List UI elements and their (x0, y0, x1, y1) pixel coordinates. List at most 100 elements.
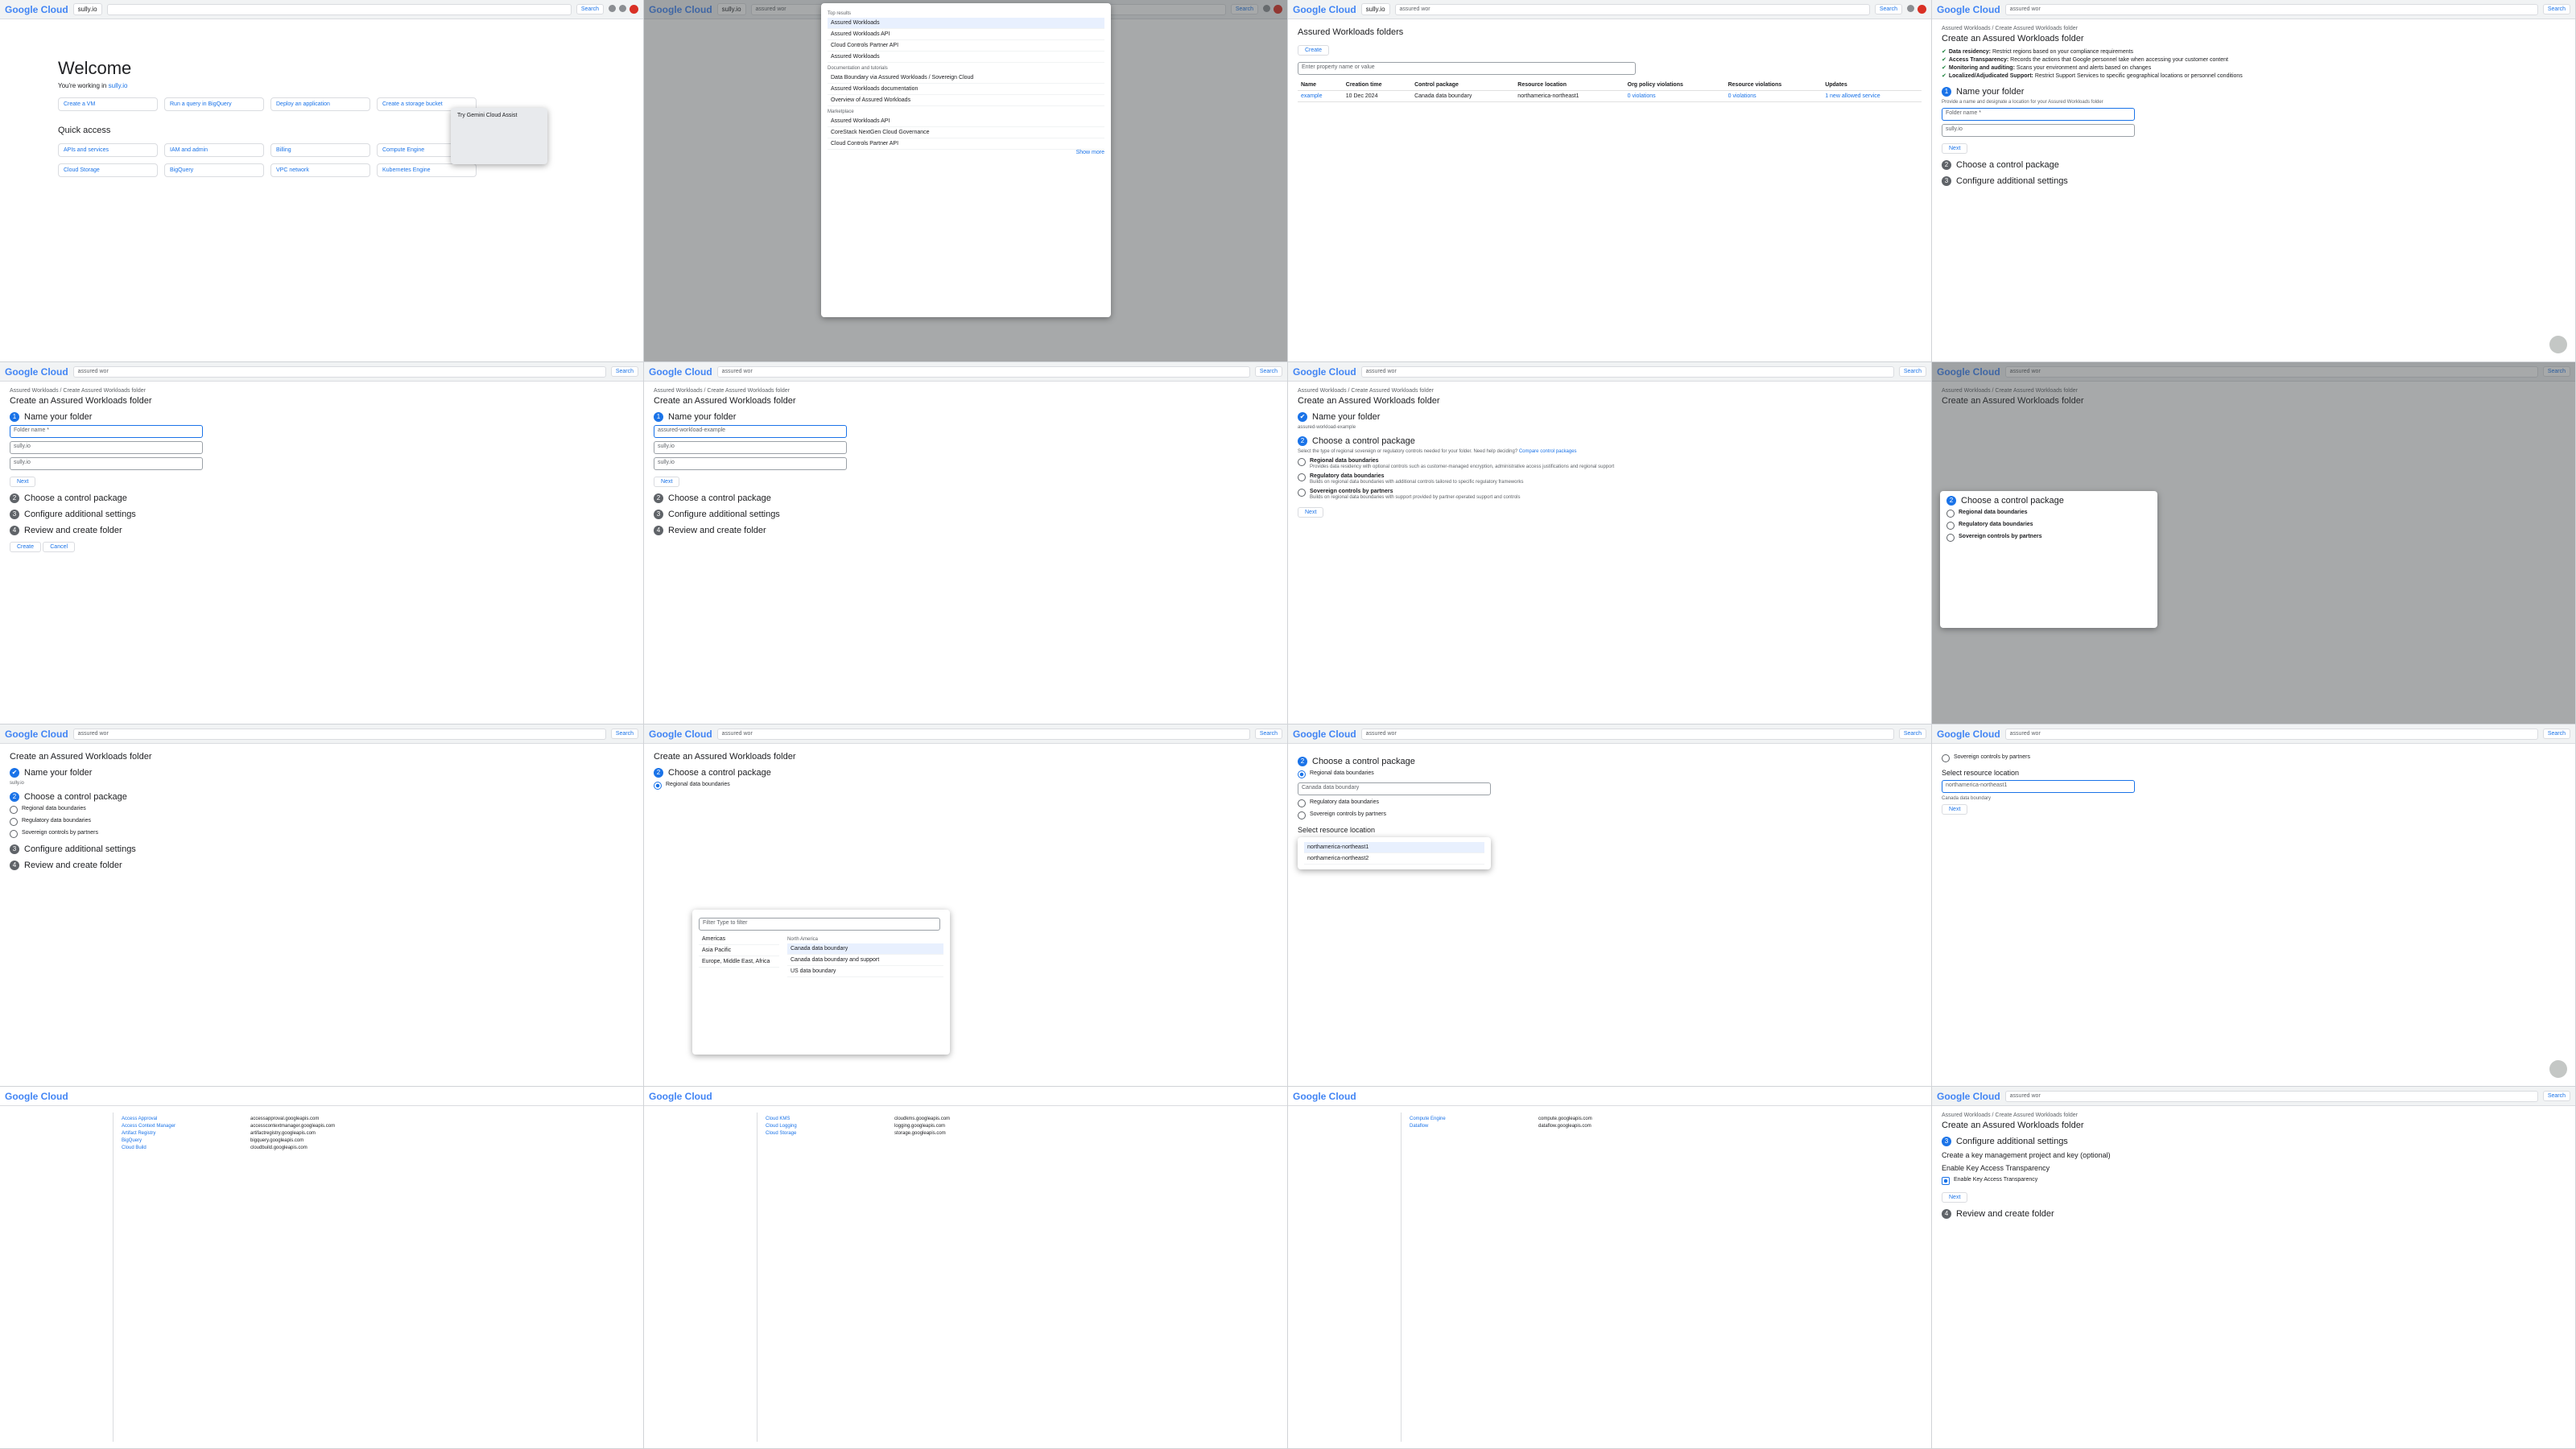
quick-gke[interactable]: Kubernetes Engine (377, 163, 477, 177)
market-item[interactable]: Assured Workloads API (828, 116, 1104, 127)
location-field[interactable]: sully.io (654, 457, 847, 470)
folder-name-field[interactable]: Folder name * (1942, 108, 2135, 121)
tile-bigquery[interactable]: Run a query in BigQuery (164, 97, 264, 111)
cancel-button[interactable]: Cancel (43, 542, 76, 552)
option-sovereign[interactable]: Sovereign controls by partners (10, 830, 634, 838)
radio-button[interactable] (10, 818, 18, 826)
create-button[interactable]: Create (10, 542, 42, 552)
avatar[interactable] (1918, 5, 1926, 14)
key-management-title[interactable]: Create a key management project and key … (1942, 1151, 2566, 1159)
option-us[interactable]: US data boundary (787, 966, 943, 977)
radio-button[interactable] (1298, 811, 1306, 819)
project-picker[interactable]: sully.io (1360, 3, 1390, 15)
folder-name-field[interactable]: Folder name * (10, 425, 203, 438)
option-regulatory[interactable]: Regulatory data boundaries (1946, 522, 2151, 530)
next-button[interactable]: Next (1942, 1192, 1968, 1203)
brand-logo[interactable]: Google Cloud (5, 1091, 68, 1102)
quick-bigquery[interactable]: BigQuery (164, 163, 264, 177)
radio-button[interactable] (1946, 534, 1955, 542)
next-button[interactable]: Next (1942, 143, 1968, 154)
assistant-fab[interactable] (2549, 336, 2567, 353)
checkbox-icon[interactable] (1942, 1177, 1950, 1185)
brand-logo[interactable]: Google Cloud (1937, 4, 2000, 15)
col-header[interactable]: Resource violations (1724, 80, 1823, 91)
brand-logo[interactable]: Google Cloud (1937, 729, 2000, 740)
search-input[interactable]: assured wor (2004, 3, 2538, 15)
region-apac[interactable]: Asia Pacific (699, 945, 779, 956)
organization-select[interactable]: sully.io (10, 441, 203, 454)
location-select[interactable]: northamerica-northeast1 (1942, 780, 2135, 793)
breadcrumb[interactable]: Assured Workloads / Create Assured Workl… (1298, 388, 1922, 394)
search-button[interactable]: Search (610, 729, 638, 739)
breadcrumb[interactable]: Assured Workloads / Create Assured Workl… (10, 388, 634, 394)
option-sovereign[interactable]: Sovereign controls by partners Builds on … (1298, 489, 1922, 500)
search-button[interactable]: Search (2542, 1091, 2570, 1101)
brand-logo[interactable]: Google Cloud (649, 1091, 712, 1102)
assistant-fab[interactable] (2549, 1060, 2567, 1078)
cell[interactable]: 1 new allowed service (1822, 90, 1922, 102)
col-header[interactable]: Org policy violations (1624, 80, 1725, 91)
brand-logo[interactable]: Google Cloud (1293, 366, 1356, 378)
next-button[interactable]: Next (1942, 804, 1968, 815)
search-input[interactable]: assured wor (1360, 365, 1894, 378)
option-canada-support[interactable]: Canada data boundary and support (787, 955, 943, 966)
location-option[interactable]: northamerica-northeast1 (1304, 842, 1484, 853)
result-assured-workloads-api[interactable]: Assured Workloads API (828, 29, 1104, 40)
settings-icon[interactable] (619, 5, 626, 12)
folder-link[interactable]: example (1298, 90, 1343, 102)
search-input[interactable]: assured wor (1394, 3, 1870, 15)
search-input[interactable]: assured wor (1360, 728, 1894, 740)
option-canada[interactable]: Canada data boundary (787, 943, 943, 955)
radio-button[interactable] (1298, 473, 1306, 481)
region-emea[interactable]: Europe, Middle East, Africa (699, 956, 779, 968)
search-button[interactable]: Search (1874, 4, 1902, 14)
cell[interactable]: 0 violations (1724, 90, 1823, 102)
organization-select[interactable]: sully.io (1942, 124, 2135, 137)
radio-button[interactable] (1298, 770, 1306, 778)
option-regulatory[interactable]: Regulatory data boundaries Builds on regi… (1298, 473, 1922, 485)
search-button[interactable]: Search (1898, 366, 1926, 377)
search-input[interactable] (106, 3, 572, 15)
quick-iam[interactable]: IAM and admin (164, 143, 264, 157)
option-regional[interactable]: Regional data boundaries (1946, 510, 2151, 518)
search-button[interactable]: Search (576, 4, 604, 14)
filter-input[interactable]: Enter property name or value (1298, 62, 1636, 75)
option-sovereign[interactable]: Sovereign controls by partners (1942, 754, 2566, 762)
market-item[interactable]: Cloud Controls Partner API (828, 138, 1104, 150)
brand-logo[interactable]: Google Cloud (5, 366, 68, 378)
brand-logo[interactable]: Google Cloud (649, 366, 712, 378)
search-button[interactable]: Search (1254, 366, 1282, 377)
table-row[interactable]: example 10 Dec 2024 Canada data boundary… (1298, 90, 1922, 102)
search-button[interactable]: Search (1254, 729, 1282, 739)
col-header[interactable]: Control package (1411, 80, 1515, 91)
brand-logo[interactable]: Google Cloud (1293, 1091, 1356, 1102)
next-button[interactable]: Next (10, 477, 36, 487)
regional-select[interactable]: Canada data boundary (1298, 782, 1491, 795)
radio-button[interactable] (10, 830, 18, 838)
brand-logo[interactable]: Google Cloud (5, 4, 68, 15)
radio-button[interactable] (1298, 799, 1306, 807)
breadcrumb[interactable]: Assured Workloads / Create Assured Workl… (1942, 26, 2566, 31)
option-regional[interactable]: Regional data boundaries (1298, 770, 1922, 778)
doc-item[interactable]: Assured Workloads documentation (828, 84, 1104, 95)
tile-create-vm[interactable]: Create a VM (58, 97, 158, 111)
brand-logo[interactable]: Google Cloud (1937, 1091, 2000, 1102)
option-regional[interactable]: Regional data boundaries (10, 806, 634, 814)
organization-select[interactable]: sully.io (654, 441, 847, 454)
tile-deploy[interactable]: Deploy an application (270, 97, 370, 111)
kat-checkbox[interactable]: Enable Key Access Transparency (1942, 1177, 2566, 1185)
location-option[interactable]: northamerica-northeast2 (1304, 853, 1484, 865)
search-button[interactable]: Search (1898, 729, 1926, 739)
search-input[interactable]: assured wor (2004, 1090, 2538, 1102)
option-regulatory[interactable]: Regulatory data boundaries (1298, 799, 1922, 807)
quick-apis[interactable]: APIs and services (58, 143, 158, 157)
region-filter[interactable]: Filter Type to filter (699, 918, 940, 931)
search-button[interactable]: Search (2542, 4, 2570, 14)
quick-billing[interactable]: Billing (270, 143, 370, 157)
folder-name-field[interactable]: assured-workload-example (654, 425, 847, 438)
search-button[interactable]: Search (610, 366, 638, 377)
result-cloud-controls-api[interactable]: Cloud Controls Partner API (828, 40, 1104, 52)
result-assured-workloads-2[interactable]: Assured Workloads (828, 52, 1104, 63)
doc-item[interactable]: Data Boundary via Assured Workloads / So… (828, 72, 1104, 84)
show-more-link[interactable]: Show more (828, 150, 1104, 155)
